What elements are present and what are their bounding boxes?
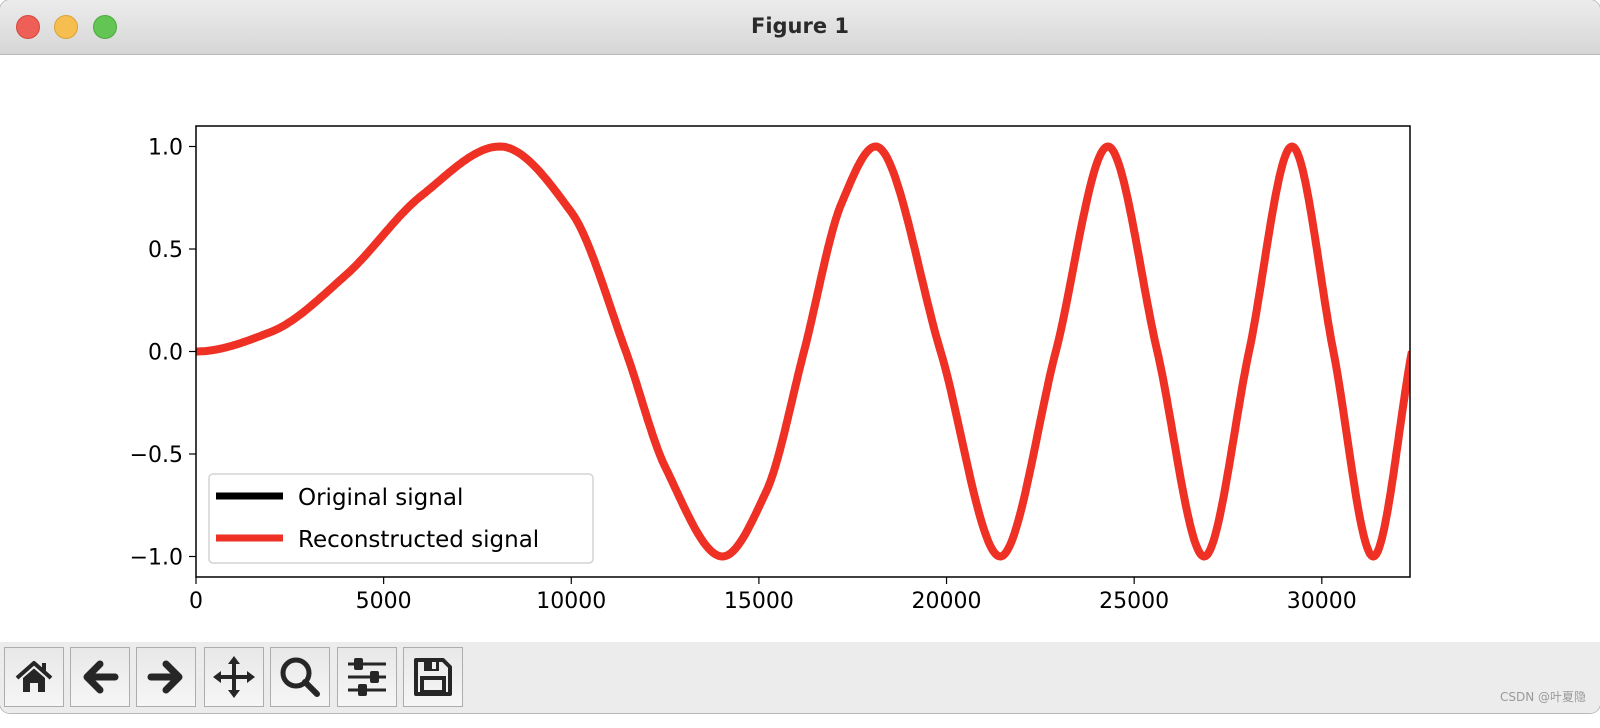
y-tick-label: 0.5 — [148, 238, 183, 263]
arrow-left-icon — [83, 660, 119, 694]
figure-window: Figure 1 0 5000 10000 15000 20000 25000 30000 … — [0, 0, 1600, 713]
move-icon — [213, 656, 255, 698]
legend: Original signal Reconstructed signal — [208, 473, 594, 564]
configure-subplots-button[interactable] — [337, 647, 397, 707]
magnifier-icon — [280, 657, 320, 697]
window-title: Figure 1 — [750, 14, 850, 38]
chart: 0 5000 10000 15000 20000 25000 30000 1.0 0.5 0.0… — [130, 125, 1411, 614]
arrow-right-icon — [147, 660, 183, 694]
home-button[interactable] — [4, 647, 64, 707]
x-tick-label: 15000 — [724, 589, 794, 614]
save-button[interactable] — [403, 647, 463, 707]
x-tick-label: 25000 — [1099, 589, 1169, 614]
home-icon — [15, 661, 53, 692]
legend-label-reconstructed: Reconstructed signal — [298, 527, 539, 553]
x-tick-label: 5000 — [356, 589, 412, 614]
zoom-to-rect-button[interactable] — [270, 647, 330, 707]
back-button[interactable] — [70, 647, 130, 707]
floppy-disk-icon — [414, 658, 452, 696]
pan-button[interactable] — [204, 647, 264, 707]
navigation-toolbar: CSDN @叶夏隐 — [0, 642, 1600, 713]
forward-button[interactable] — [136, 647, 196, 707]
y-axis: 1.0 0.5 0.0 −0.5 −1.0 — [130, 136, 196, 571]
sliders-icon — [348, 658, 386, 696]
x-tick-label: 30000 — [1287, 589, 1357, 614]
y-tick-label: −0.5 — [130, 443, 183, 468]
x-axis: 0 5000 10000 15000 20000 25000 30000 — [189, 577, 1357, 614]
y-tick-label: 1.0 — [148, 136, 183, 161]
x-tick-label: 10000 — [536, 589, 606, 614]
x-tick-label: 20000 — [912, 589, 982, 614]
y-tick-label: 0.0 — [148, 341, 183, 366]
title-bar: Figure 1 — [0, 0, 1600, 55]
watermark: CSDN @叶夏隐 — [1499, 690, 1586, 704]
legend-label-original: Original signal — [298, 485, 463, 511]
x-tick-label: 0 — [189, 589, 203, 614]
y-tick-label: −1.0 — [130, 546, 183, 571]
